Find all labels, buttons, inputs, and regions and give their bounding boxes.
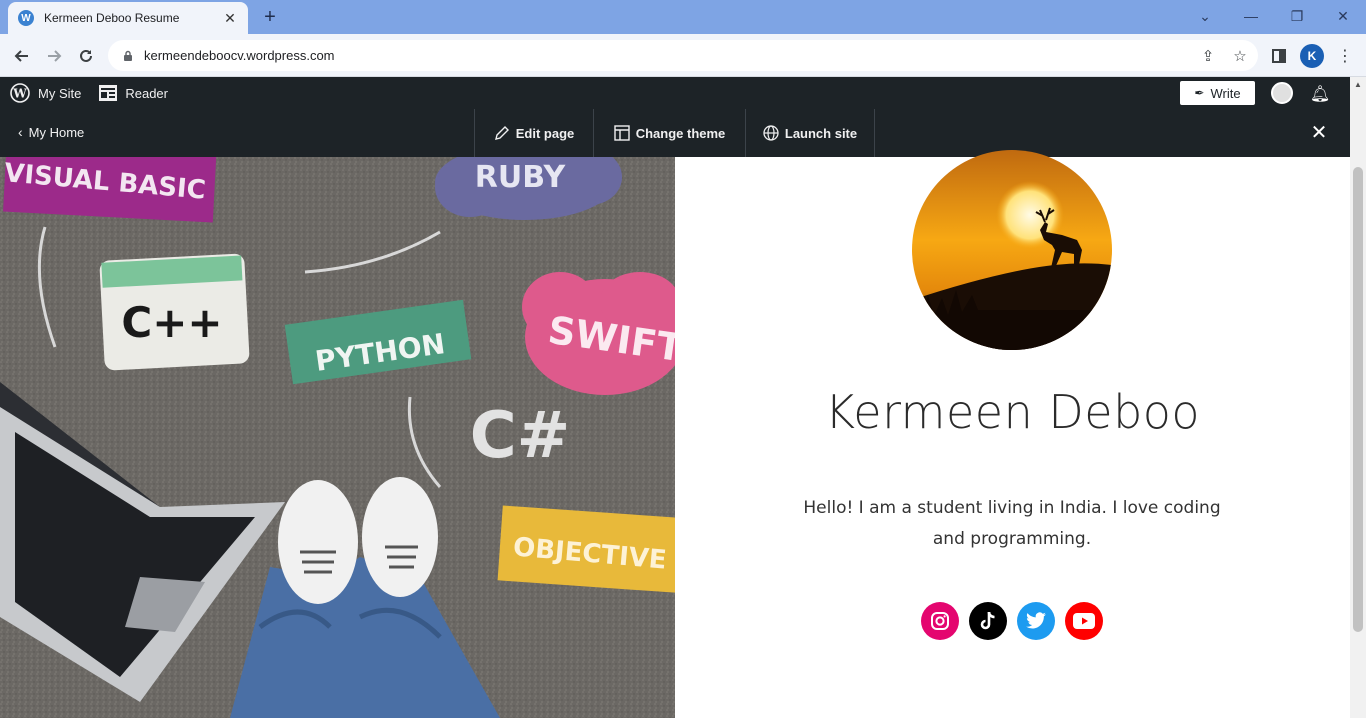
wordpress-favicon-icon: W xyxy=(18,10,34,26)
layout-icon xyxy=(614,125,630,141)
profile-name: Kermeen Deboo xyxy=(824,385,1201,439)
write-button[interactable]: ✒ Write xyxy=(1180,81,1255,105)
youtube-link[interactable] xyxy=(1065,602,1103,640)
hero-image: VISUAL BASIC RUBY C++ PYTHON SWIFT C# OB… xyxy=(0,157,675,718)
tab-search-chevron-icon[interactable]: ⌄ xyxy=(1190,4,1220,28)
tiktok-link[interactable] xyxy=(969,602,1007,640)
twitter-link[interactable] xyxy=(1017,602,1055,640)
svg-text:RUBY: RUBY xyxy=(475,160,567,195)
chevron-left-icon: ‹ xyxy=(18,124,23,140)
browser-tab-strip: W Kermeen Deboo Resume ✕ + ⌄ — ❐ ✕ xyxy=(0,0,1366,34)
reader-link[interactable]: Reader xyxy=(99,85,168,101)
svg-text:C++: C++ xyxy=(121,298,222,347)
browser-tab[interactable]: W Kermeen Deboo Resume ✕ xyxy=(8,2,248,34)
site-editor-bar: ‹ My Home Edit page Change theme Launch … xyxy=(0,109,1350,157)
restore-button[interactable]: ❐ xyxy=(1282,4,1312,28)
sticker-cpp: C++ xyxy=(99,253,250,371)
globe-icon xyxy=(763,125,779,141)
side-panel-icon[interactable] xyxy=(1267,44,1291,68)
minimize-button[interactable]: — xyxy=(1236,4,1266,28)
close-window-button[interactable]: ✕ xyxy=(1328,4,1358,28)
launch-site-label: Launch site xyxy=(784,125,858,141)
instagram-link[interactable] xyxy=(921,602,959,640)
write-label: Write xyxy=(1210,85,1241,101)
instagram-icon xyxy=(931,612,949,630)
notifications-bell-icon[interactable]: 🔔︎ xyxy=(1309,83,1331,105)
sticker-visual-basic: VISUAL BASIC xyxy=(3,157,217,223)
browser-toolbar: kermeendeboocv.wordpress.com ⇪ ☆ K ⋮ xyxy=(0,34,1366,77)
wp-admin-bar: W My Site Reader ✒ Write 🔔︎ xyxy=(0,77,1350,109)
my-home-link[interactable]: ‹ My Home xyxy=(18,124,84,140)
wordpress-logo-icon: W xyxy=(10,83,30,103)
share-icon[interactable]: ⇪ xyxy=(1198,46,1218,66)
sticker-csharp: C# xyxy=(470,399,571,473)
twitter-bird-icon xyxy=(1026,612,1046,629)
my-site-link[interactable]: W My Site xyxy=(10,83,81,103)
address-bar[interactable]: kermeendeboocv.wordpress.com ⇪ ☆ xyxy=(108,40,1258,71)
forward-button[interactable] xyxy=(40,42,68,70)
page-scrollbar[interactable]: ▲ xyxy=(1350,77,1366,718)
edit-page-button[interactable]: Edit page xyxy=(474,109,593,157)
close-editor-icon[interactable]: ✕ xyxy=(1308,121,1330,144)
launch-site-button[interactable]: Launch site xyxy=(745,109,875,157)
tiktok-icon xyxy=(980,611,995,630)
reload-button[interactable] xyxy=(72,42,100,70)
feather-icon: ✒ xyxy=(1194,86,1205,100)
svg-text:W: W xyxy=(12,87,27,101)
edit-page-label: Edit page xyxy=(515,125,575,141)
user-avatar[interactable] xyxy=(1271,82,1293,104)
youtube-icon xyxy=(1073,613,1095,629)
pencil-icon xyxy=(494,126,509,140)
change-theme-button[interactable]: Change theme xyxy=(593,109,745,157)
tab-close-icon[interactable]: ✕ xyxy=(222,10,238,27)
lock-icon xyxy=(124,50,132,61)
bookmark-star-icon[interactable]: ☆ xyxy=(1230,46,1250,66)
new-tab-button[interactable]: + xyxy=(258,5,282,29)
my-site-label: My Site xyxy=(38,85,82,101)
profile-section: Kermeen Deboo Hello! I am a student livi… xyxy=(675,150,1350,718)
profile-bio: Hello! I am a student living in India. I… xyxy=(803,498,1221,549)
change-theme-label: Change theme xyxy=(635,125,726,141)
social-links xyxy=(921,602,1103,640)
reader-label: Reader xyxy=(125,85,168,101)
sticker-objective: OBJECTIVE xyxy=(497,505,675,594)
my-home-label: My Home xyxy=(28,124,85,140)
profile-avatar-button[interactable]: K xyxy=(1300,44,1324,68)
menu-kebab-icon[interactable]: ⋮ xyxy=(1333,44,1357,68)
reader-icon xyxy=(99,85,118,101)
scroll-up-arrow-icon[interactable]: ▲ xyxy=(1354,80,1362,89)
profile-picture xyxy=(912,150,1112,350)
scrollbar-thumb[interactable] xyxy=(1353,167,1363,632)
tab-title: Kermeen Deboo Resume xyxy=(44,11,180,25)
back-button[interactable] xyxy=(8,42,36,70)
url-text: kermeendeboocv.wordpress.com xyxy=(144,48,335,63)
